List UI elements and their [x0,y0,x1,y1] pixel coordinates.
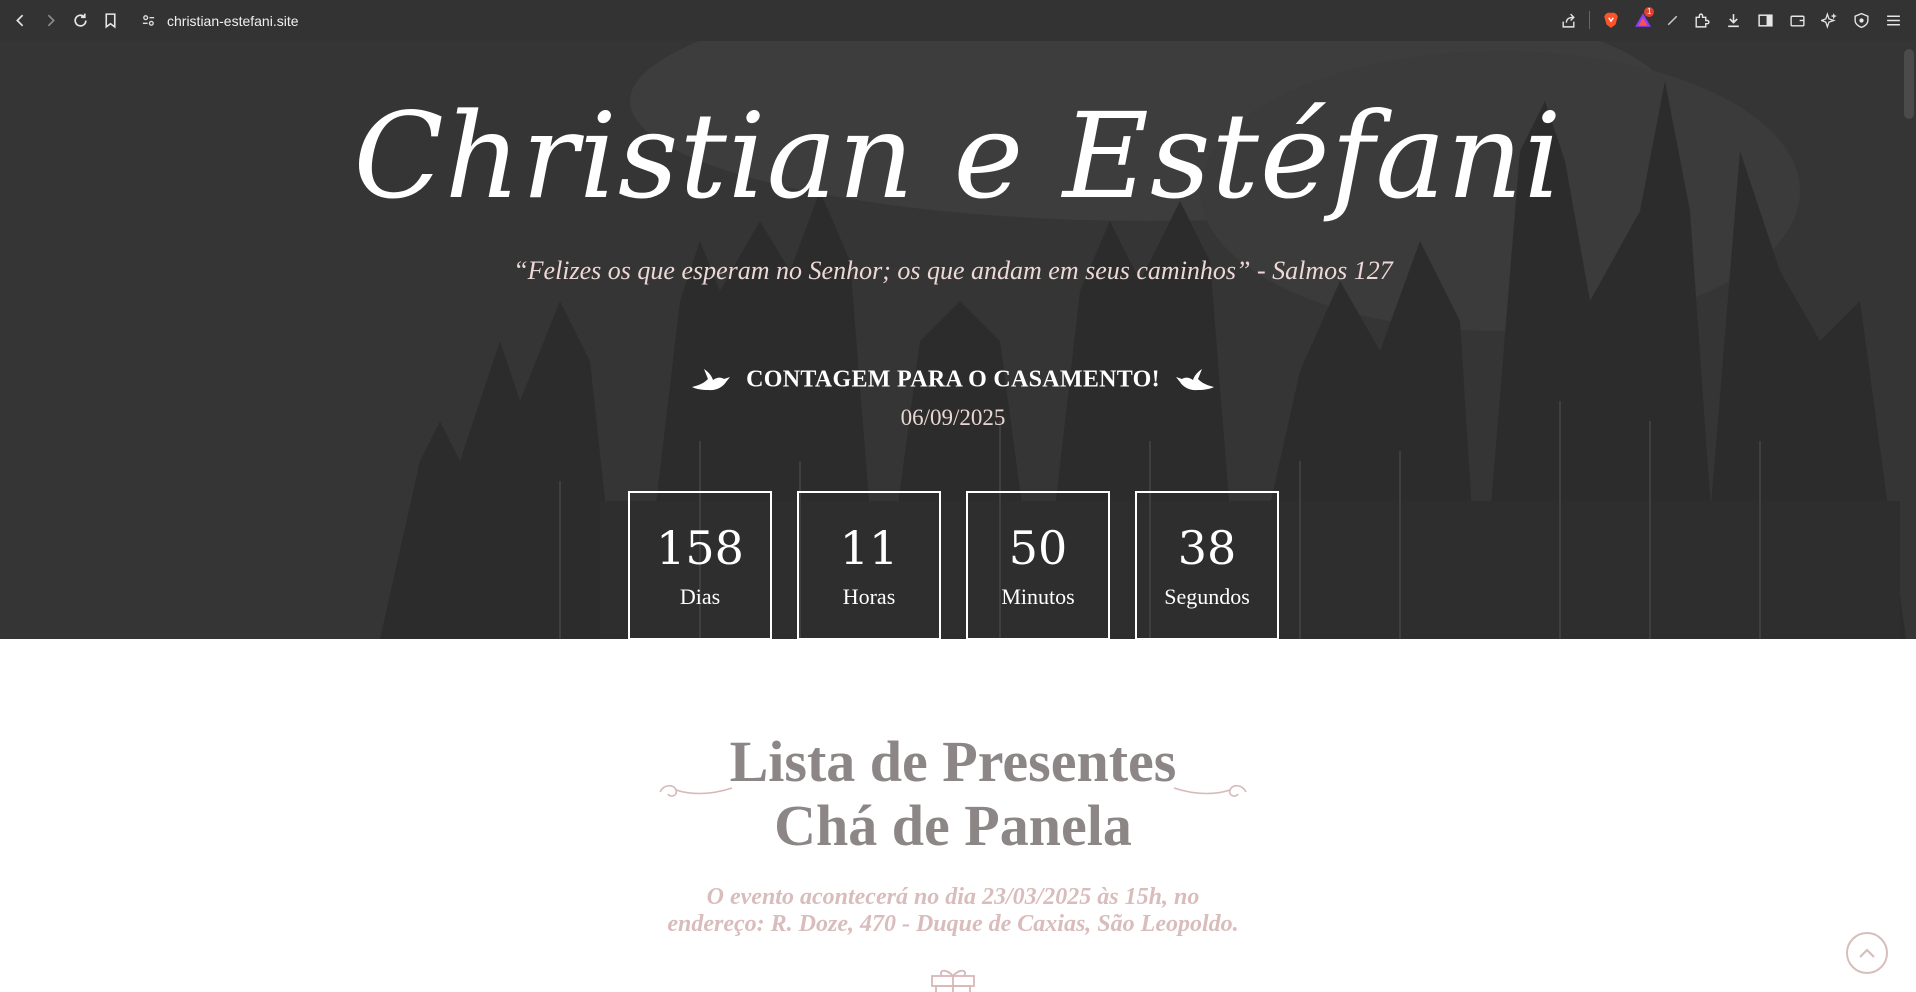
vpn-button[interactable] [1846,5,1876,35]
gift-list-title-line1: Lista de Presentes [729,729,1177,794]
countdown-minutes: 50 Minutos [966,491,1110,639]
share-button[interactable] [1553,5,1583,35]
scrollbar-thumb[interactable] [1904,49,1914,119]
gift-icon [931,969,975,992]
browser-toolbar: christian-estefani.site 1 [0,0,1916,41]
dove-icon [1176,369,1215,391]
event-info-line1: O evento acontecerá no dia 23/03/2025 às… [706,884,1200,910]
couple-names-title: Christian e Estéfani [353,87,1563,225]
wallet-button[interactable] [1782,5,1812,35]
flourish-left-icon [659,784,733,797]
countdown-value: 158 [656,520,744,575]
countdown-label: Horas [842,583,896,609]
chevron-up-icon [1859,948,1875,958]
downloads-icon [1727,13,1739,27]
event-info-line2: endereço: R. Doze, 470 - Duque de Caxias… [667,911,1239,937]
brave-rewards-button[interactable]: 1 [1628,5,1658,35]
countdown-seconds: 38 Segundos [1135,491,1279,639]
menu-icon [1886,14,1900,26]
countdown-label: Segundos [1164,583,1250,609]
gift-list-title: Lista de Presentes Chá de Panela [0,730,1906,858]
vpn-icon [1853,12,1869,28]
bookmark-button[interactable] [95,6,125,36]
downloads-button[interactable] [1718,5,1748,35]
extensions-button[interactable] [1686,5,1716,35]
dove-icon [691,369,730,391]
countdown-value: 38 [1177,520,1237,575]
share-icon [1561,13,1575,28]
leo-icon [1820,11,1837,29]
gift-list-title-line2: Chá de Panela [774,793,1132,858]
site-settings-icon[interactable] [137,10,159,32]
wallet-icon [1789,15,1805,27]
rewards-badge: 1 [1644,7,1655,17]
address-bar[interactable]: christian-estefani.site [137,10,299,32]
countdown-days: 158 Dias [628,491,772,639]
back-to-top-button[interactable] [1846,932,1888,974]
leo-button[interactable] [1814,5,1844,35]
countdown-label: Dias [679,583,721,609]
extensions-icon [1694,13,1710,28]
countdown-hours: 11 Horas [797,491,941,639]
bookmark-icon [104,13,116,29]
menu-button[interactable] [1878,5,1908,35]
reload-icon [73,13,87,27]
url-text[interactable]: christian-estefani.site [167,13,299,29]
countdown-title-text: CONTAGEM PARA O CASAMENTO! [746,366,1160,393]
wedding-date: 06/09/2025 [900,405,1006,430]
forward-button[interactable] [35,6,65,36]
wand-icon [1667,15,1677,25]
sidebar-icon [1757,13,1773,27]
forward-icon [47,14,55,27]
toolbar-separator [1589,11,1590,29]
reload-button[interactable] [65,6,95,36]
countdown-label: Minutos [1001,583,1075,609]
countdown-value: 11 [839,520,899,575]
brave-shields-icon [1604,12,1618,28]
back-button[interactable] [5,6,35,36]
countdown-value: 50 [1008,520,1068,575]
hero-section: Christian e Estéfani “Felizes os que esp… [0,41,1916,639]
bible-quote: “Felizes os que esperam no Senhor; os qu… [513,256,1393,285]
flourish-right-icon [1173,784,1247,797]
sidebar-button[interactable] [1750,5,1780,35]
countdown-boxes: 158 Dias 11 Horas 50 Minutos 38 Segundos [628,491,1279,639]
countdown-heading: CONTAGEM PARA O CASAMENTO! [0,365,1906,397]
event-info: O evento acontecerá no dia 23/03/2025 às… [0,884,1906,938]
brave-shields-button[interactable] [1596,5,1626,35]
back-icon [15,14,23,27]
page-action-button[interactable] [1660,5,1684,35]
